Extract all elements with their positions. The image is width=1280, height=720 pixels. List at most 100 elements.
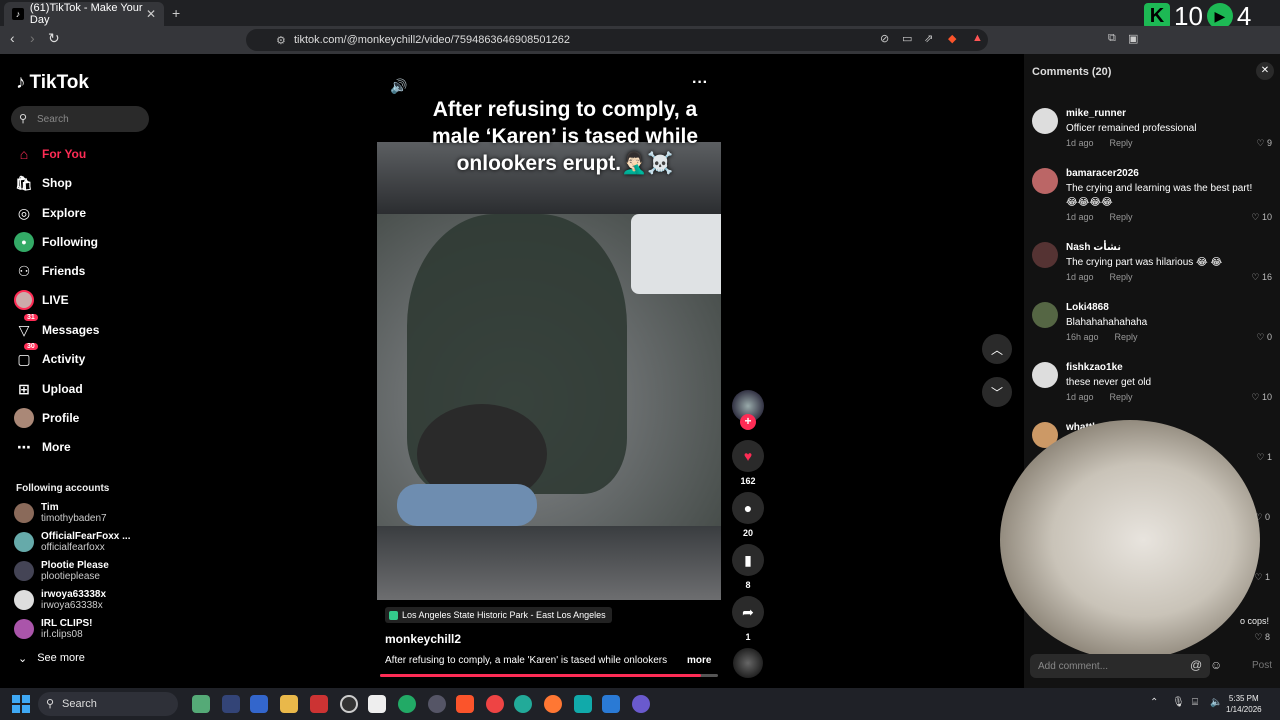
description-more-button[interactable]: more xyxy=(687,655,711,666)
tray-expand-icon[interactable]: ⌃ xyxy=(1150,697,1158,708)
comment-button[interactable]: ● xyxy=(732,492,764,524)
folder-icon[interactable] xyxy=(280,695,298,713)
app-icon[interactable] xyxy=(368,695,386,713)
comment-user[interactable]: mike_runner xyxy=(1066,108,1126,119)
sidebar-item-following[interactable]: ● Following xyxy=(14,231,98,253)
mention-icon[interactable]: @ xyxy=(1190,658,1202,672)
reply-button[interactable]: Reply xyxy=(1110,272,1133,282)
close-comments-button[interactable]: ✕ xyxy=(1256,62,1274,80)
app-icon[interactable] xyxy=(222,695,240,713)
comment-user[interactable]: Loki4868 xyxy=(1066,302,1109,313)
following-account[interactable]: irwoya63338x irwoya63338x xyxy=(14,587,106,613)
next-video-button[interactable]: ﹀ xyxy=(982,377,1012,407)
video-more-icon[interactable]: ··· xyxy=(692,74,708,92)
wallet-icon[interactable]: ▣ xyxy=(1128,32,1138,45)
volume-icon[interactable]: 🔊 xyxy=(390,78,407,95)
comment-like[interactable]: ♡ 16 xyxy=(1251,272,1272,283)
screen-icon[interactable]: ▭ xyxy=(902,32,912,45)
back-icon[interactable]: ‹ xyxy=(10,30,15,46)
reply-button[interactable]: Reply xyxy=(1110,212,1133,222)
volume-icon[interactable]: 🔈 xyxy=(1210,697,1222,708)
comment-like[interactable]: ♡ 0 xyxy=(1256,332,1272,343)
comment-like[interactable]: ♡ 1 xyxy=(1254,572,1270,583)
reload-icon[interactable]: ↻ xyxy=(48,30,60,47)
comment-like[interactable]: ♡ 10 xyxy=(1251,212,1272,223)
previous-video-button[interactable]: ︿ xyxy=(982,334,1012,364)
tab-close-icon[interactable]: ✕ xyxy=(146,7,156,21)
brave-icon[interactable] xyxy=(456,695,474,713)
comment-like[interactable]: ♡ 0 xyxy=(1254,512,1270,523)
comment-user[interactable]: Nash نشأت xyxy=(1066,242,1121,253)
sidebar-item-more[interactable]: ⋯ More xyxy=(14,436,71,458)
sidebar-item-live[interactable]: LIVE xyxy=(14,289,69,311)
sidebar-item-upload[interactable]: ⊞ Upload xyxy=(14,378,83,400)
music-disc-icon[interactable] xyxy=(733,648,763,678)
microphone-icon[interactable]: 🎙 xyxy=(1172,697,1185,708)
avatar[interactable] xyxy=(1032,108,1058,134)
brave-rewards-icon[interactable]: ▲ xyxy=(972,32,983,44)
avatar[interactable] xyxy=(1032,242,1058,268)
post-button[interactable]: Post xyxy=(1252,660,1272,671)
reply-button[interactable]: Reply xyxy=(1110,392,1133,402)
reply-button[interactable]: Reply xyxy=(1110,138,1133,148)
emoji-icon[interactable]: ☺ xyxy=(1210,658,1222,672)
new-tab-button[interactable]: + xyxy=(172,5,180,21)
app-icon[interactable] xyxy=(632,695,650,713)
sidebar-item-for-you[interactable]: ⌂ For You xyxy=(14,143,86,165)
firefox-icon[interactable] xyxy=(544,695,562,713)
sidebar-item-friends[interactable]: ⚇ Friends xyxy=(14,260,86,282)
save-button[interactable]: ▮ xyxy=(732,544,764,576)
following-account[interactable]: Tim timothybaden7 xyxy=(14,500,107,526)
sidebar-item-messages[interactable]: ▽ 31 Messages xyxy=(14,314,99,341)
app-icon[interactable] xyxy=(310,695,328,713)
reply-button[interactable]: Reply xyxy=(1115,332,1138,342)
edge-icon[interactable] xyxy=(514,695,532,713)
comment-like[interactable]: ♡ 8 xyxy=(1254,632,1270,643)
site-info-icon[interactable]: ⚙ xyxy=(276,34,286,47)
vscode-icon[interactable] xyxy=(602,695,620,713)
sidebar-item-explore[interactable]: ◎ Explore xyxy=(14,202,86,224)
cast-icon[interactable]: ⊘ xyxy=(880,32,889,45)
comment-input[interactable]: Add comment... xyxy=(1030,654,1210,678)
following-account[interactable]: OfficialFearFoxx ... officialfearfoxx xyxy=(14,529,130,555)
video-author[interactable]: monkeychill2 xyxy=(385,632,461,646)
location-tag[interactable]: Los Angeles State Historic Park - East L… xyxy=(385,607,612,623)
address-bar[interactable]: ⚙ tiktok.com/@monkeychill2/video/7594863… xyxy=(246,29,988,51)
app-icon[interactable] xyxy=(250,695,268,713)
app-icon[interactable] xyxy=(398,695,416,713)
extensions-icon[interactable]: ⧉ xyxy=(1108,32,1116,45)
follow-plus-icon[interactable]: + xyxy=(740,414,756,430)
avatar[interactable] xyxy=(1032,362,1058,388)
app-icon[interactable] xyxy=(340,695,358,713)
sidebar-item-activity[interactable]: ▢ 30 Activity xyxy=(14,343,85,370)
share-icon[interactable]: ⇗ xyxy=(924,32,933,45)
comment-user[interactable]: fishkzao1ke xyxy=(1066,362,1123,373)
chrome-icon[interactable] xyxy=(486,695,504,713)
sidebar-item-profile[interactable]: Profile xyxy=(14,407,79,429)
video-player[interactable] xyxy=(377,142,721,600)
browser-tab[interactable]: ♪ (61)TikTok - Make Your Day ✕ xyxy=(4,2,164,26)
video-progress-bar[interactable] xyxy=(380,674,718,677)
taskbar-search[interactable]: ⚲ Search xyxy=(38,692,178,716)
comment-like[interactable]: ♡ 1 xyxy=(1256,452,1272,463)
search-input[interactable]: ⚲ Search xyxy=(11,106,149,132)
forward-icon[interactable]: › xyxy=(30,30,35,46)
brave-shield-icon[interactable]: ◆ xyxy=(948,32,956,45)
comment-like[interactable]: ♡ 10 xyxy=(1251,392,1272,403)
avatar[interactable] xyxy=(1032,302,1058,328)
see-more-button[interactable]: ⌄ See more xyxy=(18,652,85,665)
comment-like[interactable]: ♡ 9 xyxy=(1256,138,1272,149)
app-icon[interactable] xyxy=(192,695,210,713)
avatar[interactable] xyxy=(1032,168,1058,194)
app-icon[interactable] xyxy=(428,695,446,713)
like-button[interactable]: ♥ xyxy=(732,440,764,472)
clock[interactable]: 5:35 PM 1/14/2026 xyxy=(1226,693,1262,715)
tiktok-logo[interactable]: ♪ TikTok xyxy=(16,72,89,94)
windows-start-icon[interactable] xyxy=(12,695,30,713)
following-account[interactable]: IRL CLIPS! irl.clips08 xyxy=(14,616,92,642)
network-icon[interactable]: ⌸ xyxy=(1192,697,1198,708)
comment-user[interactable]: bamaracer2026 xyxy=(1066,168,1139,179)
share-button[interactable]: ➦ xyxy=(732,596,764,628)
sidebar-item-shop[interactable]: 🛍 Shop xyxy=(14,172,72,194)
app-icon[interactable] xyxy=(574,695,592,713)
